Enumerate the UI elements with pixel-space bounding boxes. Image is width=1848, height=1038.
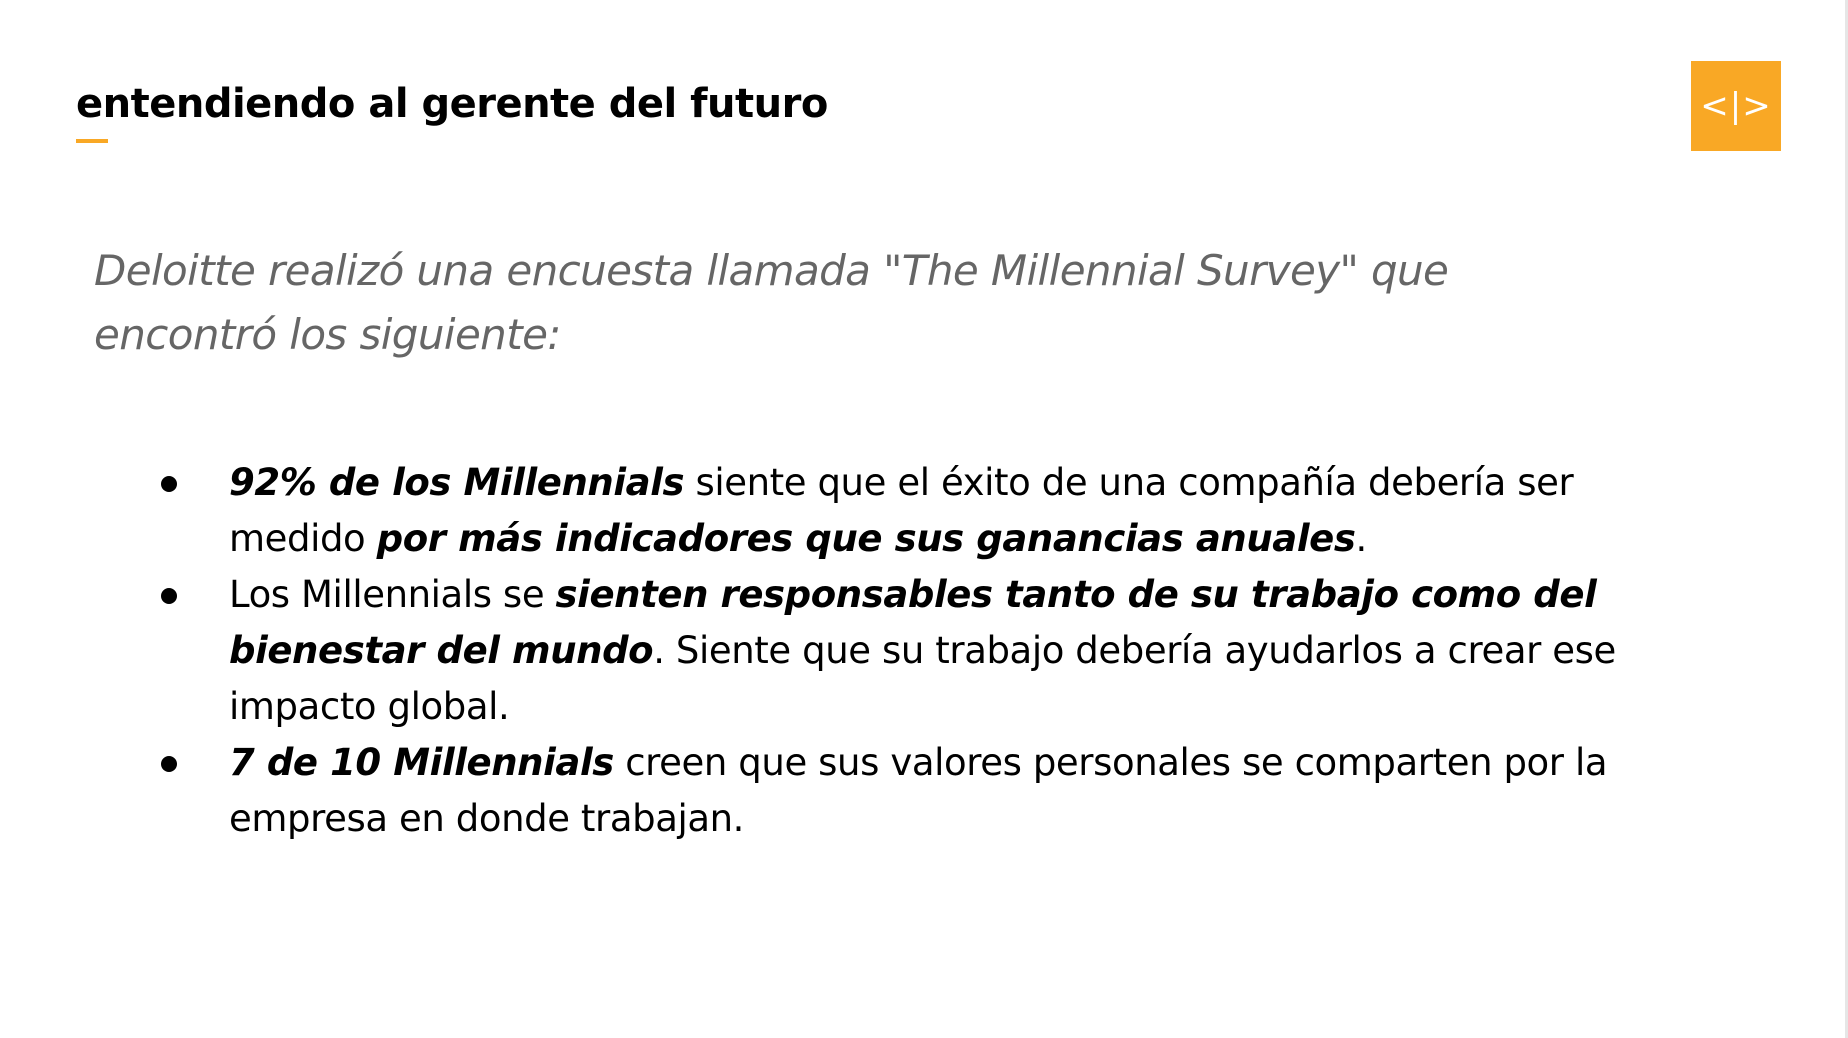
- bullet-text: Los Millennials se: [229, 573, 556, 616]
- bullet-icon: [161, 756, 177, 772]
- bullet-text: .: [1355, 517, 1367, 560]
- bullet-emphasis: por más indicadores que sus ganancias an…: [376, 517, 1356, 560]
- code-logo-icon: <|>: [1691, 61, 1781, 151]
- title-accent-underline: [76, 139, 108, 143]
- list-item: 7 de 10 Millennials creen que sus valore…: [161, 735, 1649, 847]
- page-title: entendiendo al gerente del futuro: [76, 81, 828, 127]
- bullet-icon: [161, 588, 177, 604]
- bullet-emphasis: 7 de 10 Millennials: [229, 741, 614, 784]
- bullet-icon: [161, 476, 177, 492]
- bullet-emphasis: 92% de los Millennials: [229, 461, 685, 504]
- list-item: 92% de los Millennials siente que el éxi…: [161, 455, 1649, 567]
- bullet-list: 92% de los Millennials siente que el éxi…: [161, 455, 1649, 847]
- slide: entendiendo al gerente del futuro <|> De…: [0, 0, 1848, 1038]
- intro-paragraph: Deloitte realizó una encuesta llamada "T…: [94, 246, 1449, 359]
- list-item: Los Millennials se sienten responsables …: [161, 567, 1649, 735]
